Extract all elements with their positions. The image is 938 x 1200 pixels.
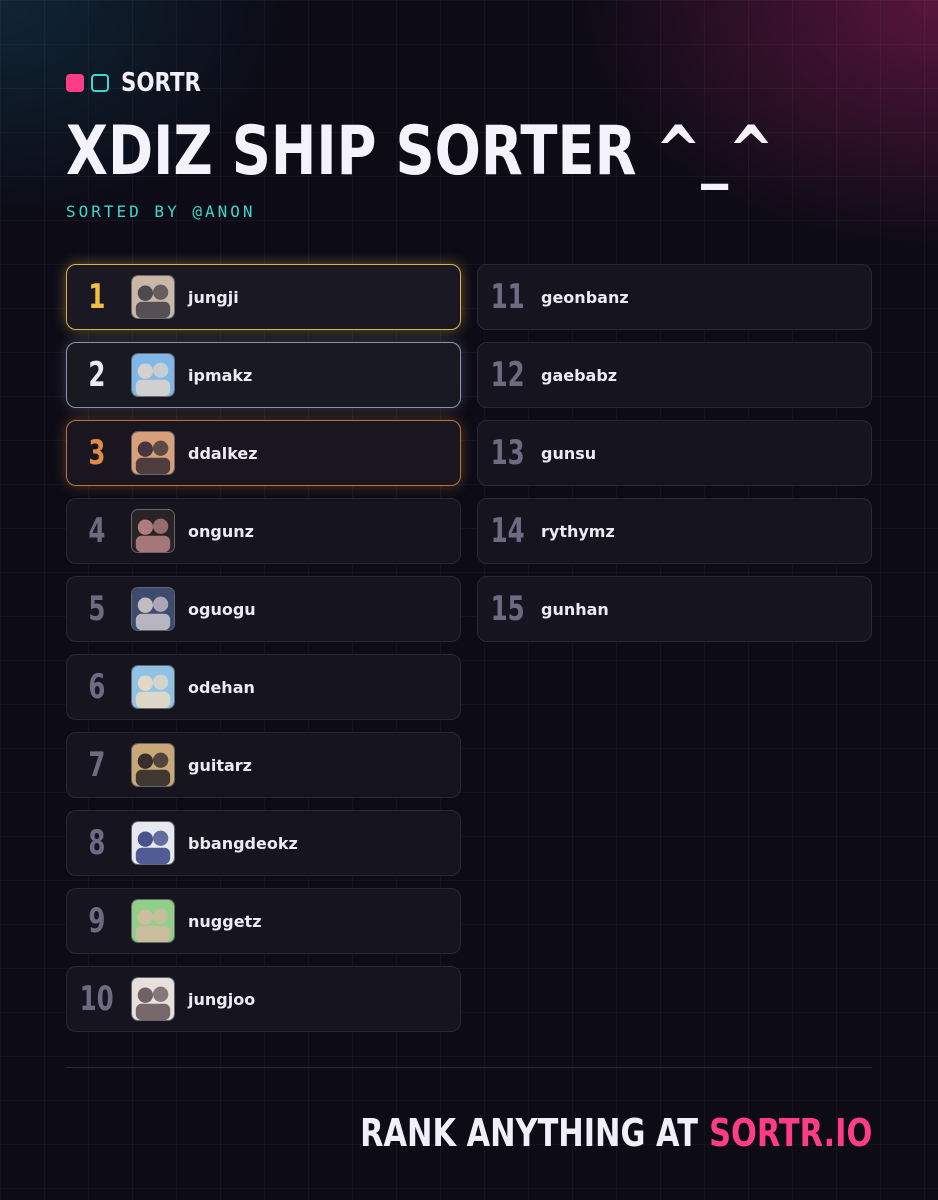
brand-header: SORTR (66, 68, 218, 98)
ranking-item: 2 ipmakz (66, 342, 461, 408)
rank-number: 14 (478, 499, 538, 563)
item-name: ongunz (188, 521, 254, 541)
rank-number: 10 (67, 967, 127, 1031)
avatar-photo (131, 353, 175, 397)
avatar-photo (131, 431, 175, 475)
brand-pink-square-icon (66, 74, 84, 92)
rank-number: 13 (478, 421, 538, 485)
rank-number: 4 (67, 499, 127, 563)
rank-number-text: 15 (490, 589, 526, 629)
footer-prefix: RANK ANYTHING AT (359, 1111, 698, 1155)
item-name: geonbanz (541, 287, 629, 307)
avatar-photo (131, 587, 175, 631)
rank-number-text: 10 (79, 979, 115, 1019)
item-name: gaebabz (541, 365, 618, 385)
avatar-photo (131, 821, 175, 865)
rank-number-text: 1 (88, 277, 106, 317)
rank-number: 12 (478, 343, 538, 407)
ranking-column-right: 11 geonbanz 12 gaebabz 13 gunsu 14 rythymz 15 gun… (477, 264, 872, 654)
rank-number: 8 (67, 811, 127, 875)
ranking-item: 3 ddalkez (66, 420, 461, 486)
ranking-item: 14 rythymz (477, 498, 872, 564)
footer-link[interactable]: SORTR.IO (709, 1111, 872, 1155)
rank-number: 1 (67, 265, 127, 329)
rank-number: 11 (478, 265, 538, 329)
item-name: gunhan (541, 599, 609, 619)
ranking-item: 7 guitarz (66, 732, 461, 798)
rank-number-text: 7 (88, 745, 106, 785)
footer-cta: RANK ANYTHING AT SORTR.IO (360, 1108, 872, 1158)
rank-number-text: 4 (88, 511, 106, 551)
rank-number-text: 5 (88, 589, 106, 629)
brand-name: SORTR (121, 68, 201, 98)
ranking-item: 5 oguogu (66, 576, 461, 642)
page-title: XDIZ SHIP SORTER ^_^ (66, 112, 774, 191)
ranking-item: 12 gaebabz (477, 342, 872, 408)
ranking-item: 9 nuggetz (66, 888, 461, 954)
item-name: oguogu (188, 599, 256, 619)
item-name: nuggetz (188, 911, 262, 931)
item-name: jungjoo (188, 989, 256, 1009)
item-name: ddalkez (188, 443, 258, 463)
rank-number: 15 (478, 577, 538, 641)
ranking-item: 15 gunhan (477, 576, 872, 642)
item-name: odehan (188, 677, 255, 697)
avatar-photo (131, 743, 175, 787)
rank-number-text: 13 (490, 433, 526, 473)
ranking-item: 10 jungjoo (66, 966, 461, 1032)
rank-number-text: 11 (490, 277, 526, 317)
rank-number-text: 2 (88, 355, 106, 395)
page-subtitle: SORTED BY @ANON (66, 202, 256, 221)
rank-number: 5 (67, 577, 127, 641)
rank-number-text: 8 (88, 823, 106, 863)
item-name: rythymz (541, 521, 615, 541)
ranking-item: 13 gunsu (477, 420, 872, 486)
brand-teal-square-icon (91, 74, 109, 92)
rank-number: 3 (67, 421, 127, 485)
rank-number-text: 3 (88, 433, 106, 473)
avatar-photo (131, 665, 175, 709)
rank-number-text: 6 (88, 667, 106, 707)
footer-divider (66, 1067, 872, 1068)
ranking-item: 6 odehan (66, 654, 461, 720)
ranking-column-left: 1 jungji 2 ipmakz 3 ddalkez 4 ongunz 5 oguogu 6 ode… (66, 264, 461, 1044)
ranking-item: 11 geonbanz (477, 264, 872, 330)
item-name: bbangdeokz (188, 833, 298, 853)
ranking-item: 4 ongunz (66, 498, 461, 564)
ranking-item: 8 bbangdeokz (66, 810, 461, 876)
ranking-item: 1 jungji (66, 264, 461, 330)
rank-number-text: 14 (490, 511, 526, 551)
rank-number: 2 (67, 343, 127, 407)
item-name: jungji (188, 287, 239, 307)
avatar-photo (131, 977, 175, 1021)
rank-number: 6 (67, 655, 127, 719)
rank-number-text: 12 (490, 355, 526, 395)
rank-number: 9 (67, 889, 127, 953)
avatar-photo (131, 509, 175, 553)
rank-number-text: 9 (88, 901, 106, 941)
item-name: guitarz (188, 755, 252, 775)
rank-number: 7 (67, 733, 127, 797)
avatar-photo (131, 275, 175, 319)
item-name: gunsu (541, 443, 597, 463)
avatar-photo (131, 899, 175, 943)
item-name: ipmakz (188, 365, 253, 385)
